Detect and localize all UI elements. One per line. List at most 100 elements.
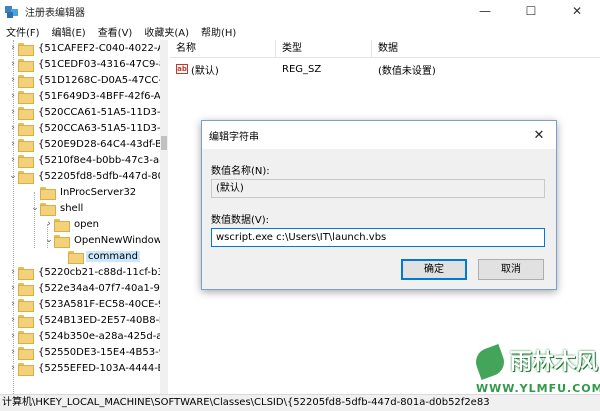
registry-editor-icon [5,4,19,18]
list-header: 名称 类型 数据 [170,39,600,58]
edit-string-dialog: 编辑字符串 ✕ 数值名称(N): (默认) 数值数据(V): wscript.e… [201,120,557,290]
maximize-button[interactable]: ☐ [508,0,554,22]
registry-tree[interactable]: › {51CAFEF2-C040-4022-A1 › {51CEDF03-4316-… [0,40,168,394]
expand-arrow-icon[interactable]: › [8,139,18,149]
tree-item[interactable]: › {523A581F-EC58-40CE-99 [8,296,167,312]
folder-icon [18,90,34,104]
collapse-arrow-icon[interactable]: ⌄ [8,171,18,181]
folder-icon [18,58,34,72]
folder-icon [18,106,34,120]
folder-icon [54,218,70,232]
collapse-arrow-icon[interactable]: ⌄ [44,235,54,245]
tree-item[interactable]: ⌄ {52205fd8-5dfb-447d-80 [8,168,166,184]
folder-icon [18,266,34,280]
folder-icon [18,138,34,152]
column-header-data[interactable]: 数据 [372,40,572,58]
tree-item[interactable]: › {520E9D28-64C4-43df-BE [8,136,167,152]
scrollbar-thumb[interactable] [161,136,167,150]
expand-arrow-icon[interactable]: › [8,363,18,373]
tree-item[interactable]: › {524b350e-a28a-425d-a4 [8,328,167,344]
collapse-arrow-icon[interactable]: ⌄ [30,203,40,213]
tree-item[interactable]: › {524B13ED-2E57-40B8-B8 [8,312,167,328]
tree-item[interactable]: › {5210f8e4-b0bb-47c3-a8 [8,152,167,168]
expand-arrow-icon[interactable]: › [44,219,54,229]
expand-arrow-icon[interactable]: › [8,107,18,117]
string-value-icon: ab [176,64,188,74]
window-title: 注册表编辑器 [25,7,85,19]
tree-item[interactable]: › {522e34a4-07f7-40a1-94c [8,280,167,296]
folder-icon [18,282,34,296]
folder-icon [18,122,34,136]
tree-item[interactable]: InProcServer32 [30,184,138,200]
expand-arrow-icon[interactable]: › [8,331,18,341]
tree-item[interactable]: › {520CCA63-51A5-11D3-9 [8,120,167,136]
tree-item[interactable]: › open [44,216,101,232]
value-name-label: 数值名称(N): [211,166,270,177]
folder-icon [18,298,34,312]
tree-item[interactable]: › {520CCA61-51A5-11D3-9 [8,104,167,120]
column-header-type[interactable]: 类型 [276,39,372,58]
menu-file[interactable]: 文件(F) [0,24,46,39]
expand-arrow-icon[interactable]: › [8,155,18,165]
value-name: (默认) [191,65,219,77]
tree-item[interactable]: › {5220cb21-c88d-11cf-b34 [8,264,167,280]
folder-open-icon [54,234,70,248]
expand-arrow-icon[interactable]: › [8,283,18,293]
expand-arrow-icon[interactable]: › [8,43,18,53]
dialog-title: 编辑字符串 [209,131,259,143]
folder-icon [18,362,34,376]
expand-arrow-icon[interactable]: › [8,91,18,101]
close-button[interactable]: ✕ [554,0,600,22]
watermark-text: 雨林木风 [510,350,599,375]
folder-icon [18,314,34,328]
dialog-title-bar: 编辑字符串 ✕ [202,121,556,149]
watermark-url: WWW.YLMFU.COM [476,382,600,395]
folder-icon [40,186,56,200]
folder-icon [18,74,34,88]
window-controls: — ☐ ✕ [462,0,600,22]
column-header-name[interactable]: 名称 [170,39,276,58]
title-bar: 注册表编辑器 — ☐ ✕ [0,0,600,22]
tree-scrollbar[interactable] [160,40,168,394]
folder-icon [18,42,34,56]
menu-bar: 文件(F) 编辑(E) 查看(V) 收藏夹(A) 帮助(H) [0,22,600,40]
leaf-icon [472,344,508,380]
value-data-input[interactable]: wscript.exe c:\Users\IT\launch.vbs [211,228,545,247]
expand-arrow-icon[interactable]: › [8,315,18,325]
folder-open-icon [40,202,56,216]
tree-item[interactable]: ⌄ shell [30,200,85,216]
dialog-close-button[interactable]: ✕ [522,121,556,149]
tree-item-selected[interactable]: command [58,248,140,264]
value-data-label: 数值数据(V): [211,215,270,226]
folder-icon [18,346,34,360]
folder-open-icon [18,170,34,184]
list-row[interactable]: ab (默认) REG_SZ (数值未设置) [170,60,600,78]
tree-item[interactable]: › {5255EFED-103A-4444-B1 [8,360,167,376]
menu-help[interactable]: 帮助(H) [195,24,242,39]
value-name-field: (默认) [211,179,545,198]
tree-item[interactable]: ⌄ OpenNewWindow [44,232,164,248]
ok-button[interactable]: 确定 [401,259,467,280]
expand-arrow-icon[interactable]: › [8,347,18,357]
expand-arrow-icon[interactable]: › [8,299,18,309]
folder-icon [18,154,34,168]
menu-view[interactable]: 查看(V) [92,24,139,39]
expand-arrow-icon[interactable]: › [8,123,18,133]
tree-item[interactable]: › {51CEDF03-4316-47C9-81 [8,56,167,72]
tree-item[interactable]: › {52550DE3-15E4-4B53-96 [8,344,167,360]
cancel-button[interactable]: 取消 [478,259,544,280]
tree-item[interactable]: › {51D1268C-D0A5-47CC-A [8,72,167,88]
menu-edit[interactable]: 编辑(E) [46,24,92,39]
watermark-logo: 雨林木风 WWW.YLMFU.COM [466,340,600,410]
tree-item[interactable]: › {51CAFEF2-C040-4022-A1 [8,40,167,56]
expand-arrow-icon[interactable]: › [8,267,18,277]
minimize-button[interactable]: — [462,0,508,22]
folder-icon [68,250,84,264]
value-data: (数值未设置) [378,65,436,77]
expand-arrow-icon[interactable]: › [8,59,18,69]
value-type: REG_SZ [282,63,322,75]
folder-icon [18,330,34,344]
menu-favorites[interactable]: 收藏夹(A) [138,24,195,39]
expand-arrow-icon[interactable]: › [8,75,18,85]
tree-item[interactable]: › {51F649D3-4BFF-42f6-A2 [8,88,167,104]
